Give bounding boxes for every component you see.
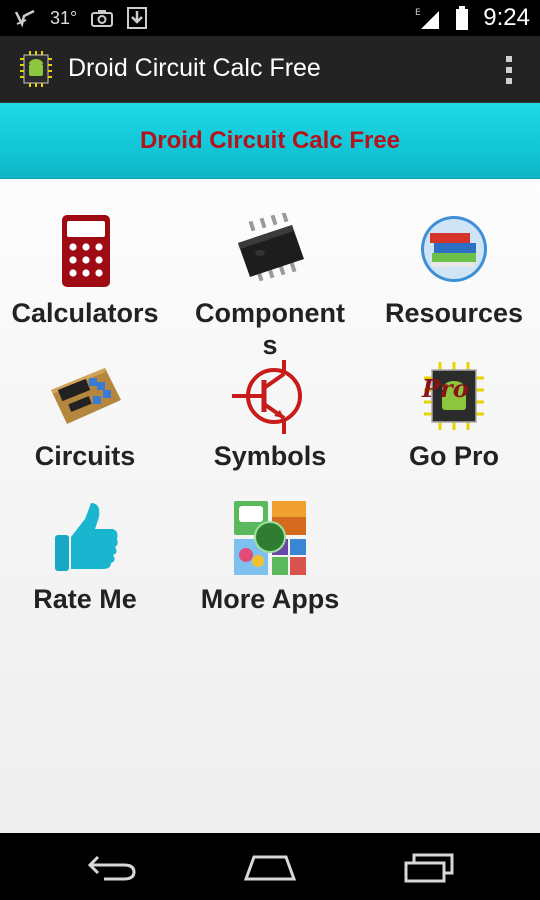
circuit-board-icon <box>45 356 125 436</box>
temperature: 31° <box>50 7 78 28</box>
main-content: Droid Circuit Calc Free Calculators Comp… <box>0 103 540 833</box>
navigation-bar <box>0 833 540 900</box>
more-apps-icon <box>230 499 310 579</box>
tile-label: Resources <box>384 298 524 328</box>
tile-calculators[interactable]: Calculators <box>0 213 175 329</box>
tile-components[interactable]: Component s <box>180 211 360 361</box>
tile-label: Go Pro <box>408 441 499 471</box>
tile-label: Symbols <box>213 441 327 471</box>
tile-label: Calculators <box>11 298 159 328</box>
app-logo-icon[interactable] <box>18 49 54 89</box>
thumbs-up-icon <box>45 499 125 579</box>
tile-resources[interactable]: Resources <box>364 213 540 329</box>
tile-circuits[interactable]: Circuits <box>0 356 175 472</box>
weather-icon <box>14 9 35 28</box>
banner-title: Droid Circuit Calc Free <box>139 127 401 154</box>
app-title: Droid Circuit Calc Free <box>68 54 321 82</box>
transistor-symbol-icon <box>230 356 310 436</box>
tile-label: More Apps <box>200 584 340 614</box>
recent-apps-icon[interactable] <box>402 851 458 883</box>
tile-symbols[interactable]: Symbols <box>180 356 360 472</box>
tile-rate-me[interactable]: Rate Me <box>0 499 175 615</box>
calculator-icon <box>45 213 125 293</box>
chip-icon <box>230 211 310 293</box>
tile-more-apps[interactable]: More Apps <box>180 499 360 615</box>
pro-badge-icon: Pro <box>422 374 469 403</box>
home-icon[interactable] <box>242 851 298 883</box>
header-banner: Droid Circuit Calc Free <box>0 103 540 179</box>
action-bar: Droid Circuit Calc Free <box>0 36 540 103</box>
back-icon[interactable] <box>84 851 140 883</box>
clock: 9:24 <box>483 4 530 31</box>
go-pro-icon: Pro <box>414 356 494 436</box>
battery-icon <box>456 6 469 30</box>
signal-icon: E <box>415 8 440 29</box>
tile-label: Rate Me <box>33 584 137 614</box>
status-bar: 31° E 9:24 <box>0 0 540 36</box>
network-type: E <box>415 8 421 18</box>
download-icon <box>127 7 148 29</box>
tile-label: Circuits <box>34 441 136 471</box>
tile-go-pro[interactable]: Pro Go Pro <box>364 356 540 472</box>
overflow-menu-icon[interactable] <box>504 56 514 84</box>
tile-label: Component s <box>195 298 345 360</box>
camera-icon <box>91 10 114 27</box>
books-icon <box>414 213 494 293</box>
